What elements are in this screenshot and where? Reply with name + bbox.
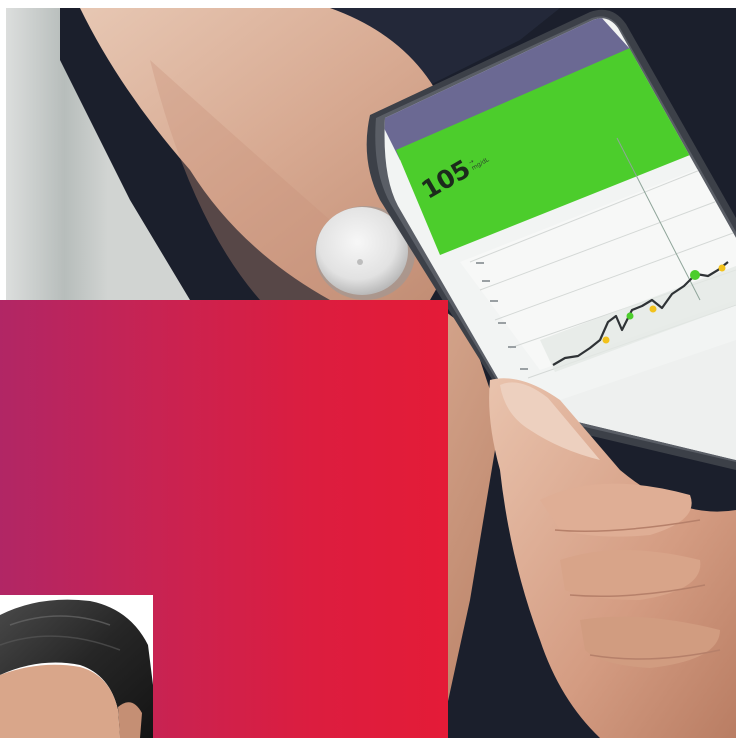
- hero-image-stage: 105 → mg/dL: [0, 0, 736, 738]
- inset-portrait-photo: [0, 595, 153, 738]
